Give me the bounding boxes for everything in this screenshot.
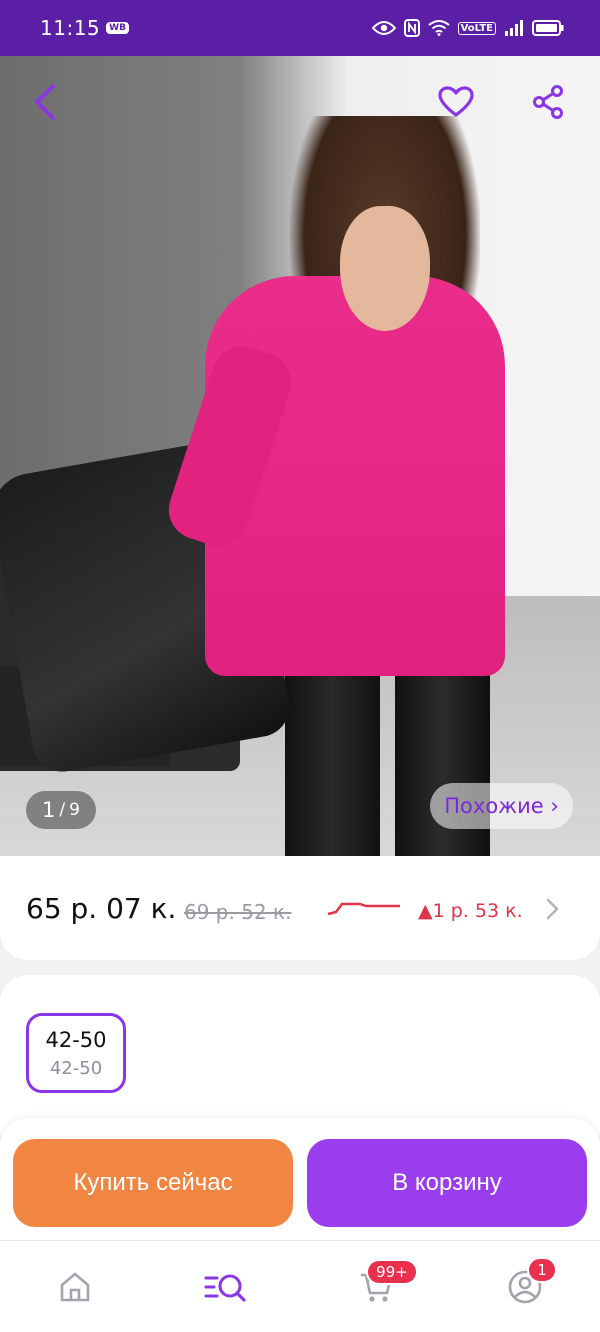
- volte-badge: VoLTE: [457, 21, 496, 35]
- share-button[interactable]: [526, 80, 570, 124]
- back-button[interactable]: [24, 80, 68, 124]
- signal-icon: [505, 20, 523, 36]
- cart-badge: 99+: [366, 1259, 418, 1285]
- similar-products-button[interactable]: Похожие ›: [430, 783, 573, 829]
- product-gallery[interactable]: 1 / 9 Похожие ›: [0, 56, 600, 856]
- heart-icon: [438, 86, 474, 117]
- back-icon: [35, 84, 55, 120]
- gallery-counter: 1 / 9: [26, 791, 96, 829]
- nav-catalog[interactable]: [197, 1263, 253, 1311]
- price-history-icon: [327, 902, 400, 916]
- size-sublabel: 42-50: [49, 1057, 103, 1079]
- size-label: 42-50: [45, 1027, 107, 1052]
- price-card[interactable]: 65 р. 07 к. 69 р. 52 к. ▲1 р. 53 к.: [0, 856, 600, 960]
- buy-now-button[interactable]: Купить сейчас: [13, 1139, 293, 1227]
- action-bar: Купить сейчас В корзину: [0, 1118, 600, 1240]
- status-bar: 11:15 WB VoLTE: [0, 0, 600, 56]
- wb-notification-badge: WB: [106, 22, 129, 34]
- wifi-icon: [427, 20, 450, 36]
- nfc-icon: [403, 19, 420, 37]
- bottom-nav: 99+ 1: [0, 1240, 600, 1332]
- favorite-button[interactable]: [434, 80, 478, 124]
- catalog-search-icon: [204, 1274, 246, 1302]
- share-icon: [533, 85, 563, 119]
- old-price: 69 р. 52 к.: [184, 900, 292, 924]
- photo-face: [340, 206, 430, 331]
- status-time: 11:15: [40, 16, 101, 40]
- battery-icon: [532, 20, 564, 36]
- eye-icon: [371, 21, 396, 35]
- gallery-counter-separator: /: [59, 800, 66, 820]
- profile-badge: 1: [527, 1257, 557, 1283]
- status-icons: VoLTE: [371, 19, 564, 37]
- size-card: 42-50 42-50: [0, 975, 600, 1135]
- gallery-counter-total: 9: [69, 800, 80, 820]
- add-to-cart-button[interactable]: В корзину: [307, 1139, 587, 1227]
- price-change: ▲1 р. 53 к.: [418, 900, 523, 922]
- nav-home[interactable]: [47, 1263, 103, 1311]
- home-icon: [60, 1272, 90, 1302]
- gallery-counter-current: 1: [42, 798, 56, 822]
- size-option-42-50[interactable]: 42-50 42-50: [26, 1013, 126, 1093]
- current-price: 65 р. 07 к.: [26, 892, 177, 925]
- chevron-right-icon[interactable]: [542, 896, 562, 922]
